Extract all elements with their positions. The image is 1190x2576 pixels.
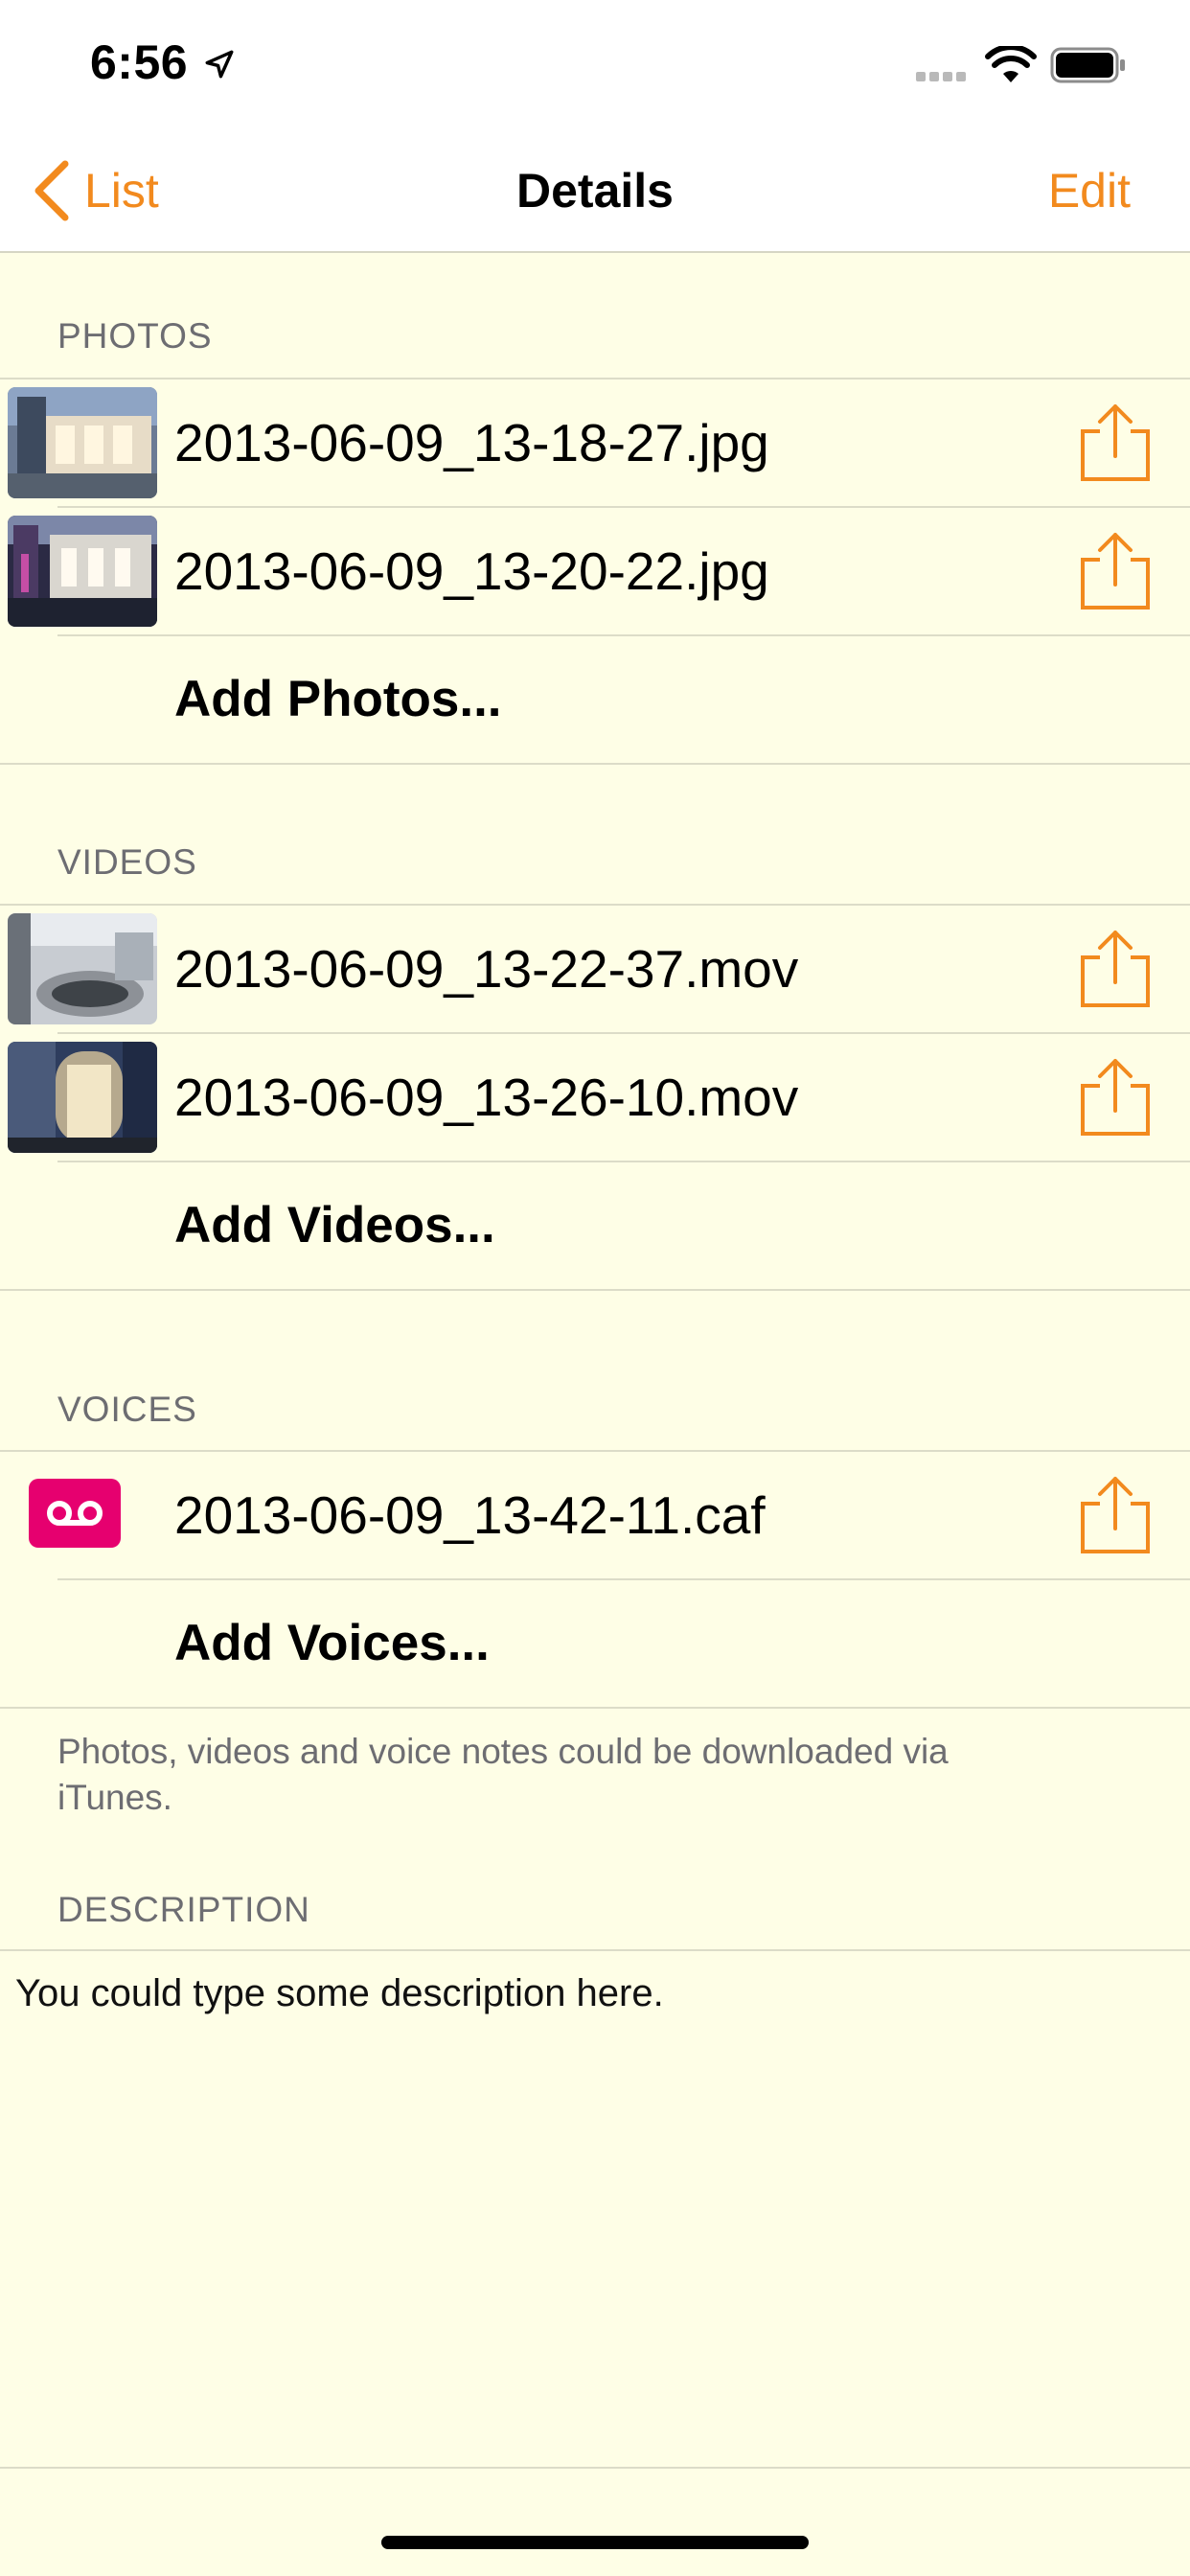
description-section-header: DESCRIPTION: [57, 1890, 310, 1929]
page-title: Details: [516, 164, 674, 218]
home-indicator[interactable]: [381, 2536, 809, 2549]
voices-section-header: VOICES: [57, 1390, 197, 1429]
photo-file-name: 2013-06-09_13-20-22.jpg: [174, 541, 769, 601]
divider: [0, 2467, 1190, 2469]
share-icon[interactable]: [1075, 1057, 1156, 1138]
voices-footer-note: Photos, videos and voice notes could be …: [57, 1732, 949, 1817]
photo-row[interactable]: 2013-06-09_13-18-27.jpg: [0, 380, 1190, 506]
video-row[interactable]: 2013-06-09_13-22-37.mov: [0, 906, 1190, 1032]
description-text-view[interactable]: You could type some description here.: [15, 1972, 664, 2015]
add-voices-button[interactable]: Add Voices...: [174, 1580, 490, 1707]
add-photos-button[interactable]: Add Photos...: [174, 636, 502, 763]
voicemail-icon: [29, 1479, 121, 1548]
video-row[interactable]: 2013-06-09_13-26-10.mov: [0, 1034, 1190, 1161]
battery-icon: [1050, 47, 1125, 83]
status-time: 6:56: [90, 35, 189, 89]
divider: [0, 1949, 1190, 1951]
photo-thumbnail: [8, 516, 157, 627]
divider: [0, 763, 1190, 765]
share-icon[interactable]: [1075, 929, 1156, 1009]
share-icon[interactable]: [1075, 531, 1156, 611]
status-bar: 6:56: [0, 0, 1190, 128]
video-file-name: 2013-06-09_13-22-37.mov: [174, 939, 799, 999]
share-icon[interactable]: [1075, 1475, 1156, 1555]
location-arrow-icon: [205, 50, 234, 79]
divider: [0, 1289, 1190, 1291]
photo-row[interactable]: 2013-06-09_13-20-22.jpg: [0, 508, 1190, 634]
video-thumbnail: [8, 913, 157, 1024]
voice-row[interactable]: 2013-06-09_13-42-11.caf: [0, 1452, 1190, 1578]
share-icon[interactable]: [1075, 402, 1156, 483]
cellular-signal-icon: [916, 69, 970, 86]
photo-file-name: 2013-06-09_13-18-27.jpg: [174, 413, 769, 472]
video-thumbnail: [8, 1042, 157, 1153]
add-voices-row[interactable]: Add Voices...: [0, 1580, 1190, 1707]
wifi-icon: [985, 46, 1037, 82]
video-file-name: 2013-06-09_13-26-10.mov: [174, 1068, 799, 1127]
photos-section-header: PHOTOS: [57, 316, 213, 356]
navigation-bar: List Details Edit: [0, 128, 1190, 253]
voice-file-name: 2013-06-09_13-42-11.caf: [174, 1485, 766, 1545]
divider: [0, 1707, 1190, 1709]
add-videos-row[interactable]: Add Videos...: [0, 1162, 1190, 1289]
photo-thumbnail: [8, 387, 157, 498]
videos-section-header: VIDEOS: [57, 842, 197, 882]
add-videos-button[interactable]: Add Videos...: [174, 1162, 495, 1289]
edit-button[interactable]: Edit: [1048, 157, 1131, 224]
add-photos-row[interactable]: Add Photos...: [0, 636, 1190, 763]
